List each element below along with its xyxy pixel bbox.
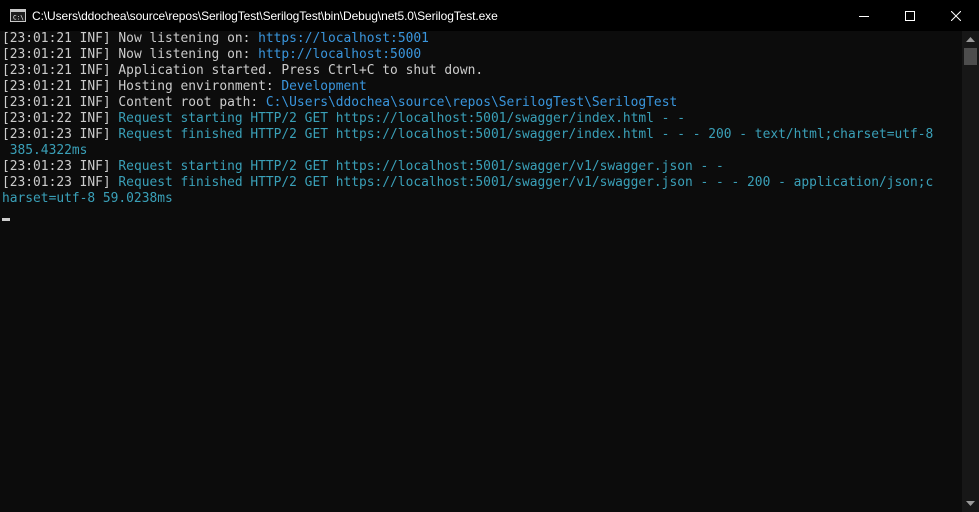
log-text: Hosting environment: (118, 79, 282, 94)
log-line: [23:01:23 INF] Request finished HTTP/2 G… (2, 127, 962, 143)
close-icon (951, 10, 961, 21)
title-bar[interactable]: C:\ C:\Users\ddochea\source\repos\Serilo… (0, 0, 979, 31)
scroll-up-arrow-icon (966, 36, 975, 42)
log-value: C:\Users\ddochea\source\repos\SerilogTes… (265, 95, 678, 110)
log-line: [23:01:21 INF] Now listening on: http://… (2, 47, 962, 63)
scroll-down-button[interactable] (962, 495, 979, 512)
log-prefix: [23:01:21 INF] (2, 31, 119, 46)
log-value: 385.4322ms (2, 143, 88, 158)
maximize-button[interactable] (887, 0, 933, 31)
close-button[interactable] (933, 0, 979, 31)
window-title: C:\Users\ddochea\source\repos\SerilogTes… (32, 8, 498, 23)
vertical-scrollbar[interactable] (962, 31, 979, 512)
log-prefix: [23:01:21 INF] (2, 63, 119, 78)
scroll-down-arrow-icon (966, 500, 975, 506)
log-value: Request finished HTTP/2 GET https://loca… (118, 127, 934, 142)
console-output[interactable]: [23:01:21 INF] Now listening on: https:/… (0, 31, 962, 512)
log-line: 385.4322ms (2, 143, 962, 159)
console-app-icon: C:\ (10, 9, 26, 22)
log-value: https://localhost:5001 (258, 31, 429, 46)
log-prefix: [23:01:23 INF] (2, 175, 119, 190)
log-value: Request finished HTTP/2 GET https://loca… (118, 175, 934, 190)
minimize-button[interactable] (841, 0, 887, 31)
minimize-icon (859, 15, 869, 17)
log-value: Request starting HTTP/2 GET https://loca… (118, 111, 685, 126)
log-prefix: [23:01:22 INF] (2, 111, 119, 126)
log-line: [23:01:21 INF] Hosting environment: Deve… (2, 79, 962, 95)
cursor-line (2, 207, 962, 223)
window-controls (841, 0, 979, 31)
log-line: [23:01:21 INF] Application started. Pres… (2, 63, 962, 79)
log-value: http://localhost:5000 (258, 47, 422, 62)
log-text: Content root path: (118, 95, 266, 110)
svg-text:C:\: C:\ (13, 15, 24, 22)
log-value: Development (281, 79, 367, 94)
console-window: C:\ C:\Users\ddochea\source\repos\Serilo… (0, 0, 979, 512)
log-value: Request starting HTTP/2 GET https://loca… (118, 159, 724, 174)
log-line: harset=utf-8 59.0238ms (2, 191, 962, 207)
scroll-up-button[interactable] (962, 31, 979, 48)
log-prefix: [23:01:23 INF] (2, 159, 119, 174)
log-text: Now listening on: (118, 47, 259, 62)
log-value: harset=utf-8 59.0238ms (2, 191, 173, 206)
log-line: [23:01:22 INF] Request starting HTTP/2 G… (2, 111, 962, 127)
log-text: Now listening on: (118, 31, 259, 46)
log-line: [23:01:23 INF] Request starting HTTP/2 G… (2, 159, 962, 175)
text-cursor (2, 218, 10, 221)
log-prefix: [23:01:21 INF] (2, 95, 119, 110)
log-line: [23:01:21 INF] Content root path: C:\Use… (2, 95, 962, 111)
log-line: [23:01:21 INF] Now listening on: https:/… (2, 31, 962, 47)
log-prefix: [23:01:23 INF] (2, 127, 119, 142)
log-line: [23:01:23 INF] Request finished HTTP/2 G… (2, 175, 962, 191)
log-text: Application started. Press Ctrl+C to shu… (118, 63, 484, 78)
log-prefix: [23:01:21 INF] (2, 79, 119, 94)
maximize-icon (905, 10, 915, 21)
log-prefix: [23:01:21 INF] (2, 47, 119, 62)
scroll-thumb[interactable] (964, 48, 977, 65)
